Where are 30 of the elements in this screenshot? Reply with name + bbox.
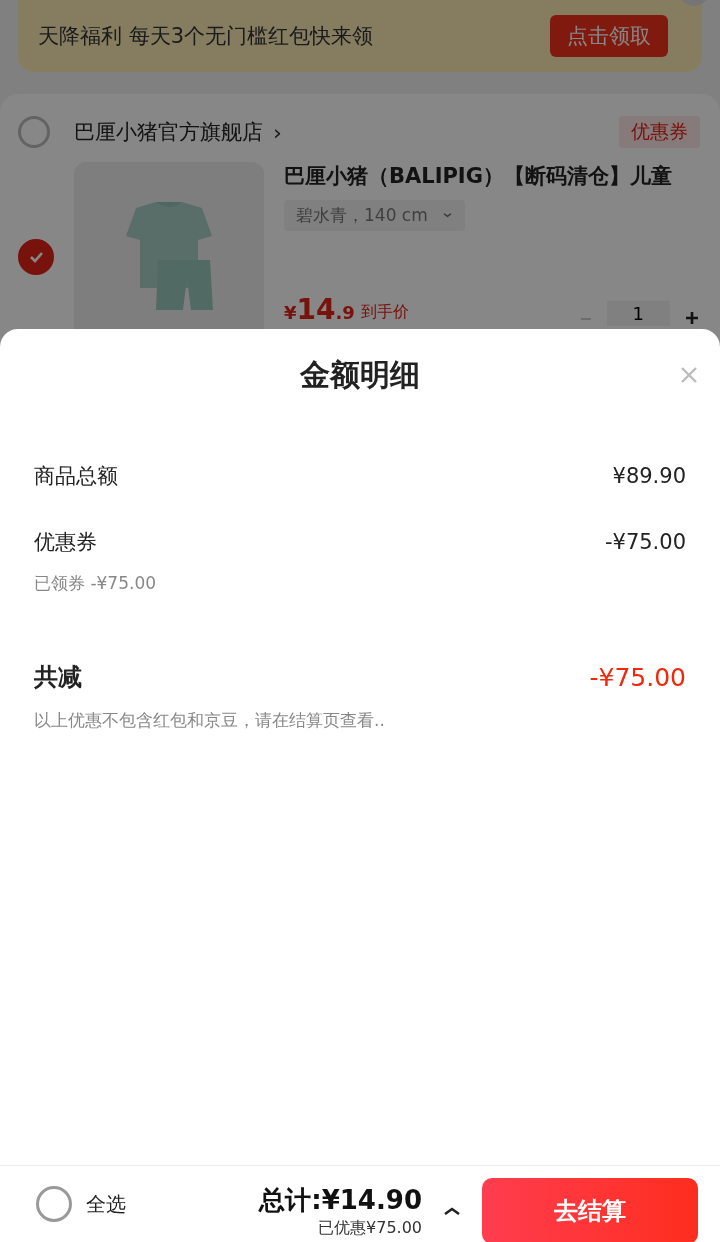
quantity-field[interactable]: 1 xyxy=(606,301,670,326)
spec-selector[interactable]: 碧水青，140 cm xyxy=(284,200,465,231)
checkout-button[interactable]: 去结算 xyxy=(482,1178,698,1242)
plus-icon[interactable] xyxy=(684,310,700,326)
amount-label: 共减 xyxy=(34,662,82,693)
claim-button[interactable]: 点击领取 xyxy=(550,15,668,57)
amount-value: ¥89.90 xyxy=(612,464,686,488)
chevron-icon: › xyxy=(273,119,282,145)
select-all-checkbox[interactable] xyxy=(36,1186,72,1222)
promo-text: 天降福利 每天3个无门槛红包快来领 xyxy=(38,23,375,50)
caret-icon[interactable] xyxy=(442,1205,462,1217)
amount-note: 已领券 -¥75.00 xyxy=(34,572,158,595)
product-price: ¥14.9 xyxy=(284,293,355,326)
amount-value: -¥75.00 xyxy=(589,662,686,692)
close-icon[interactable] xyxy=(679,365,699,385)
product-title[interactable]: 巴厘小猪（BALIPIG）【断码清仓】儿童 xyxy=(284,162,720,190)
saved-amount: 已优惠¥75.00 xyxy=(318,1218,422,1239)
store-name[interactable]: 巴厘小猪官方旗舰店 xyxy=(74,118,263,146)
coupon-tag[interactable]: 优惠券 xyxy=(619,116,700,148)
amount-note: 以上优惠不包含红包和京豆，请在结算页查看.. xyxy=(34,709,386,732)
sheet-title: 金额明细 xyxy=(299,356,421,394)
select-all-label[interactable]: 全选 xyxy=(86,1190,126,1218)
amount-label: 优惠券 xyxy=(34,529,97,556)
total-price: 总计:¥14.90 xyxy=(259,1184,422,1217)
product-checkbox[interactable] xyxy=(18,239,54,275)
price-note: 到手价 xyxy=(360,302,409,323)
chevron-down-icon xyxy=(441,212,453,219)
amount-label: 商品总额 xyxy=(34,463,118,490)
amount-value: -¥75.00 xyxy=(604,530,686,554)
store-checkbox[interactable] xyxy=(18,116,50,148)
